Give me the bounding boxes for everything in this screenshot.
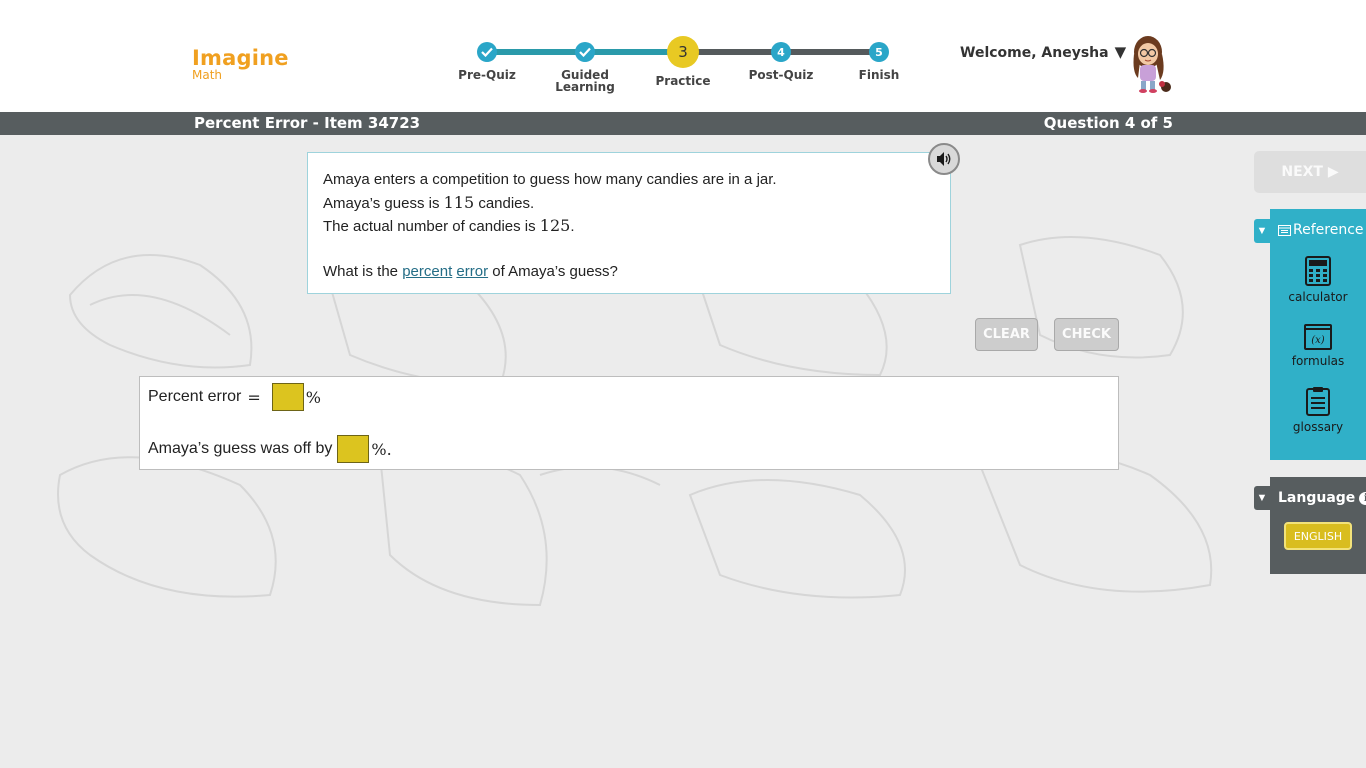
svg-text:(x): (x) xyxy=(1311,335,1325,346)
welcome-text: Welcome, Aneysha xyxy=(960,45,1109,61)
language-english-button[interactable]: ENGLISH xyxy=(1284,522,1352,550)
item-title-bar: Percent Error - Item 34723 Question 4 of… xyxy=(0,112,1366,135)
answer-row-off-by: Amaya’s guess was off by %. xyxy=(148,435,392,463)
question-card: Amaya enters a competition to guess how … xyxy=(307,152,951,294)
language-title: Language xyxy=(1278,490,1356,506)
calculator-icon xyxy=(1305,256,1331,286)
read-aloud-button[interactable] xyxy=(928,143,960,175)
question-prompt: What is the percent error of Amaya’s gue… xyxy=(323,261,935,284)
question-line-2: Amaya’s guess is 115 candies. xyxy=(323,192,935,216)
percent-error-label: Percent error xyxy=(148,388,242,405)
reference-collapse-toggle[interactable]: ▼ xyxy=(1254,219,1270,243)
language-header: Language i xyxy=(1278,490,1366,506)
reference-book-icon xyxy=(1278,224,1291,236)
actual-value: 125 xyxy=(539,216,571,235)
answer-row-percent-error: Percent error = % xyxy=(148,383,321,411)
question-text: The actual number of candies is xyxy=(323,218,540,235)
formulas-icon: (x) xyxy=(1304,324,1332,350)
question-line-3: The actual number of candies is 125. xyxy=(323,215,935,239)
glossary-link-percent[interactable]: percent xyxy=(402,263,452,280)
language-collapse-toggle[interactable]: ▼ xyxy=(1254,486,1270,510)
formulas-label: formulas xyxy=(1291,354,1345,368)
info-icon[interactable]: i xyxy=(1359,491,1366,505)
question-text: of Amaya’s guess? xyxy=(488,262,618,280)
question-text: What is the xyxy=(323,262,403,280)
glossary-tool[interactable]: glossary xyxy=(1270,386,1366,434)
question-counter: Question 4 of 5 xyxy=(1043,114,1173,132)
item-title: Percent Error - Item 34723 xyxy=(194,114,421,132)
step-post-quiz-number: 4 xyxy=(771,42,791,62)
student-avatar[interactable] xyxy=(1120,32,1176,94)
clear-button[interactable]: CLEAR xyxy=(975,318,1038,351)
reference-header[interactable]: Reference xyxy=(1278,222,1364,238)
speaker-icon xyxy=(937,152,951,166)
next-button[interactable]: NEXT ▶ xyxy=(1254,151,1366,193)
question-text: . xyxy=(570,218,575,235)
step-label-post-quiz: Post-Quiz xyxy=(748,68,814,82)
equals-sign: = xyxy=(247,387,261,407)
calculator-label: calculator xyxy=(1288,290,1348,304)
question-text: Amaya’s guess is xyxy=(323,194,444,212)
user-menu[interactable]: Welcome, Aneysha ▼ xyxy=(960,43,1126,61)
step-guided-learning-check-icon xyxy=(575,42,595,62)
off-by-label: Amaya’s guess was off by xyxy=(148,440,333,457)
app-header: Imagine Math 3 4 5 Pre-Quiz Guided Learni… xyxy=(0,0,1366,112)
calculator-tool[interactable]: calculator xyxy=(1270,256,1366,304)
step-label-guided-learning: Guided Learning xyxy=(555,68,615,94)
glossary-link-error[interactable]: error xyxy=(456,263,488,280)
step-practice-current: 3 xyxy=(667,36,699,68)
step-finish-number: 5 xyxy=(869,42,889,62)
glossary-label: glossary xyxy=(1292,420,1344,434)
step-label-practice: Practice xyxy=(655,74,711,88)
reference-title: Reference xyxy=(1293,222,1364,238)
percent-suffix: %. xyxy=(371,439,392,459)
answer-area: Percent error = % Amaya’s guess was off … xyxy=(139,376,1119,470)
clipboard-icon xyxy=(1306,387,1330,416)
formulas-tool[interactable]: (x) formulas xyxy=(1270,324,1366,368)
question-line-1: Amaya enters a competition to guess how … xyxy=(323,171,777,188)
step-label-pre-quiz: Pre-Quiz xyxy=(458,68,516,82)
percent-sign: % xyxy=(305,387,321,407)
off-by-input[interactable] xyxy=(337,435,370,463)
step-label-finish: Finish xyxy=(858,68,900,82)
step-pre-quiz-check-icon xyxy=(477,42,497,62)
check-button[interactable]: CHECK xyxy=(1054,318,1119,351)
percent-error-input[interactable] xyxy=(271,383,304,411)
guess-value: 115 xyxy=(443,192,475,212)
question-text: candies. xyxy=(474,194,535,212)
